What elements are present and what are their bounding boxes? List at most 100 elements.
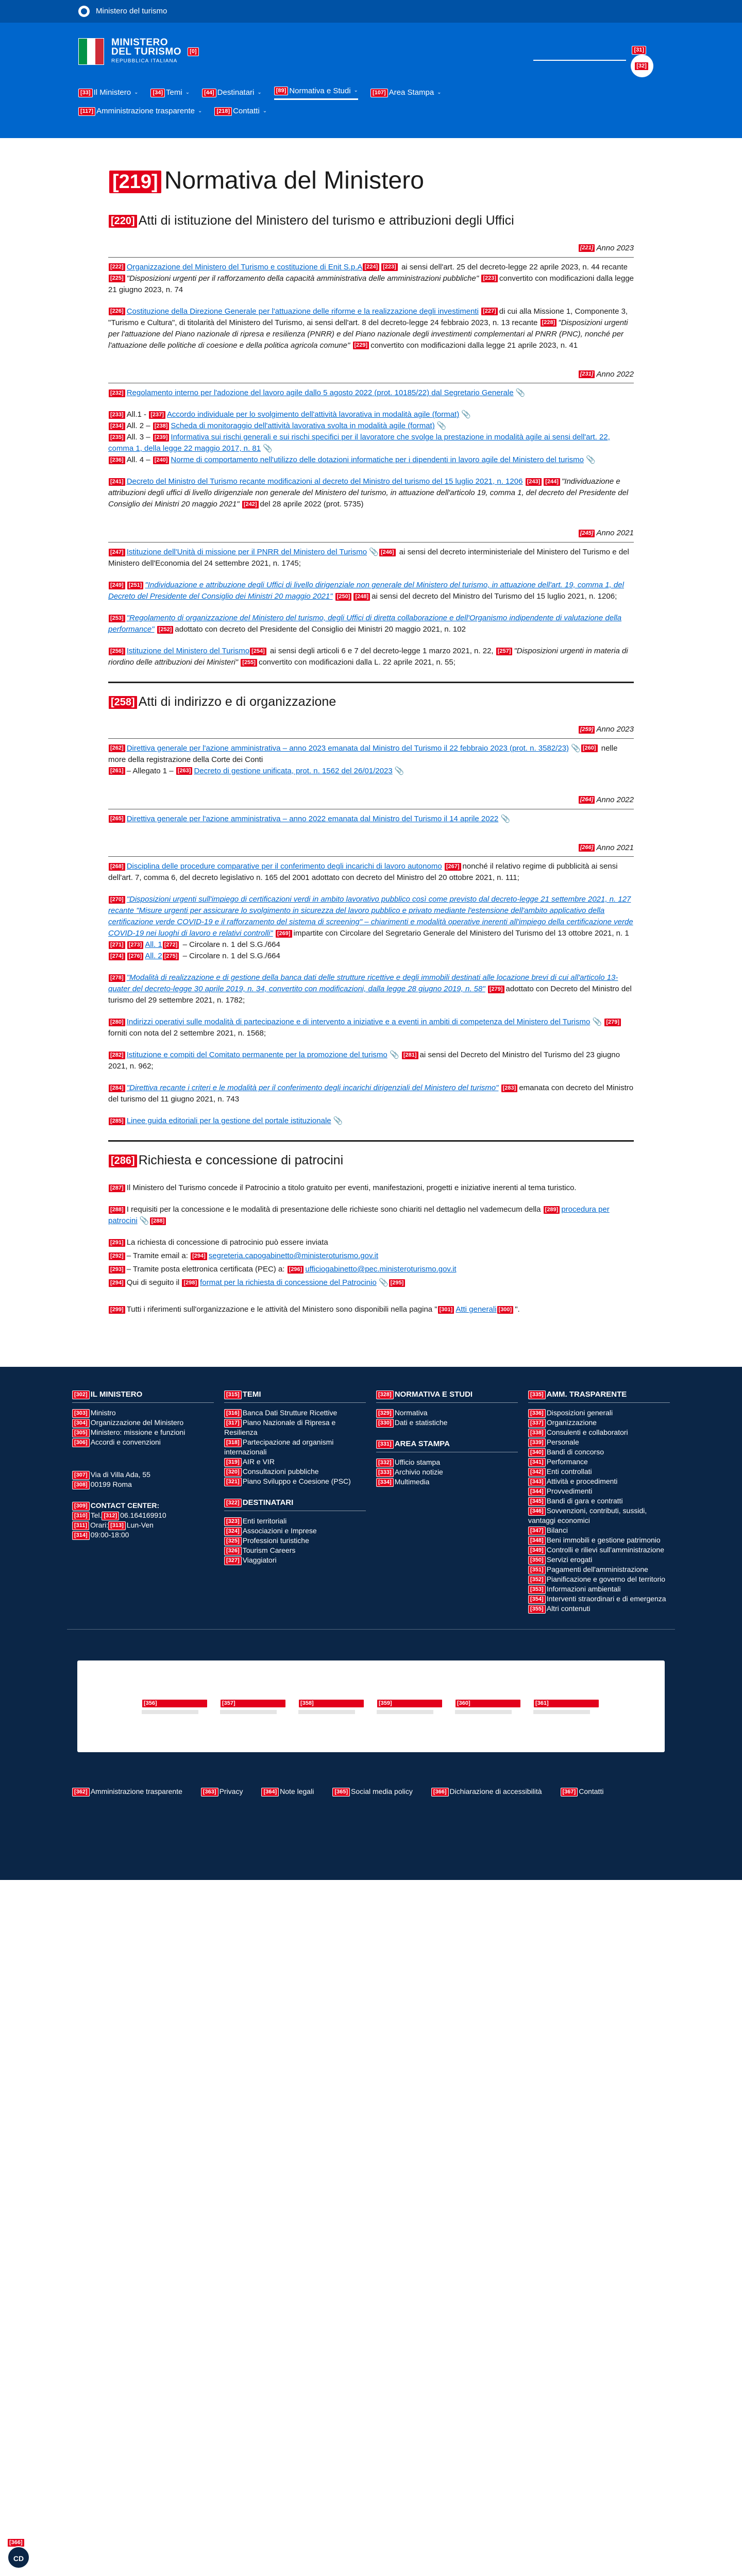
- footer-link[interactable]: [338] Consulenti e collaboratori: [528, 1428, 670, 1437]
- footer-bottom-link[interactable]: [363] Privacy: [200, 1786, 243, 1797]
- footer-link-label: Ministero: missione e funzioni: [90, 1428, 185, 1437]
- norm-link[interactable]: Organizzazione del Ministero del Turismo…: [127, 263, 363, 272]
- footer-heading-text: DESTINATARI: [242, 1498, 294, 1507]
- nav-item-area-stampa[interactable]: [107] Area Stampa ⌄: [370, 87, 442, 98]
- footer-address-line[interactable]: [308] 00199 Roma: [72, 1480, 214, 1489]
- email-link[interactable]: segreteria.capogabinetto@ministeroturism…: [209, 1251, 378, 1260]
- footer-link[interactable]: [351] Pagamenti dell'amministrazione: [528, 1565, 670, 1574]
- norm-link[interactable]: "Direttiva recante i criteri e le modali…: [127, 1083, 499, 1092]
- footer-bottom-link[interactable]: [367] Contatti: [560, 1786, 603, 1797]
- footer-link[interactable]: [317] Piano Nazionale di Ripresa e Resili…: [224, 1418, 366, 1437]
- footer-link[interactable]: [347] Bilanci: [528, 1526, 670, 1535]
- slim-site-name[interactable]: Ministero del turismo: [96, 6, 167, 17]
- norm-link[interactable]: Direttiva generale per l'azione amminist…: [127, 815, 499, 823]
- norm-link[interactable]: Istituzione del Ministero del Turismo: [127, 647, 249, 655]
- brand[interactable]: MINISTERO DEL TURISMO REPUBBLICA ITALIAN…: [78, 38, 200, 65]
- footer-link[interactable]: [303] Ministro: [72, 1408, 214, 1418]
- footer-link[interactable]: [332] Ufficio stampa: [376, 1458, 518, 1467]
- norm-link[interactable]: Disciplina delle procedure comparative p…: [127, 862, 442, 871]
- norm-link[interactable]: Regolamento interno per l'adozione del l…: [127, 388, 514, 397]
- attachment-link[interactable]: Norme di comportamento nell'utilizzo del…: [171, 455, 584, 464]
- attachment-link[interactable]: Informativa sui rischi generali e sui ri…: [108, 433, 610, 453]
- nav-item-normativa-e-studi[interactable]: [89] Normativa e Studi ⌄: [274, 86, 358, 100]
- attachment-link[interactable]: Scheda di monitoraggio dell'attività lav…: [171, 421, 434, 430]
- norm-link[interactable]: Decreto del Ministro del Turismo recante…: [127, 477, 523, 486]
- attachment-link[interactable]: All. 2: [145, 952, 162, 960]
- footer-link[interactable]: [327] Viaggiatori: [224, 1555, 366, 1565]
- footer-link[interactable]: [354] Interventi straordinari e di emerge…: [528, 1594, 670, 1604]
- badge: [342]: [528, 1467, 546, 1477]
- footer-link[interactable]: [330] Dati e statistiche: [376, 1418, 518, 1428]
- badge: [357]: [220, 1699, 286, 1708]
- footer-link[interactable]: [325] Professioni turistiche: [224, 1536, 366, 1546]
- footer-link[interactable]: [321] Piano Sviluppo e Coesione (PSC): [224, 1477, 366, 1486]
- footer-link[interactable]: [343] Attività e procedimenti: [528, 1477, 670, 1486]
- footer-bottom-link[interactable]: [364] Note legali: [261, 1786, 314, 1797]
- footer-link[interactable]: [355] Altri contenuti: [528, 1604, 670, 1614]
- footer-link[interactable]: [319] AIR e VIR: [224, 1457, 366, 1467]
- footer-link[interactable]: [306] Accordi e convenzioni: [72, 1437, 214, 1447]
- footer-link[interactable]: [326] Tourism Careers: [224, 1546, 366, 1555]
- nav-item-contatti[interactable]: [218] Contatti ⌄: [214, 106, 267, 117]
- footer-link[interactable]: [336] Disposizioni generali: [528, 1408, 670, 1418]
- atti-generali-link[interactable]: Atti generali: [456, 1305, 496, 1314]
- format-link[interactable]: format per la richiesta di concessione d…: [200, 1278, 377, 1287]
- search-button[interactable]: [32]: [631, 55, 653, 77]
- norm-link[interactable]: Costituzione della Direzione Generale pe…: [127, 307, 479, 316]
- norm-link[interactable]: Indirizzi operativi sulle modalità di pa…: [127, 1018, 591, 1026]
- accessibility-button[interactable]: CD: [7, 2546, 30, 2569]
- contact-line[interactable]: [310] Tel. [312] 06.164169910: [72, 1511, 214, 1520]
- partner-logo[interactable]: [356]: [142, 1696, 209, 1717]
- badge: [337]: [528, 1418, 546, 1428]
- norm-link[interactable]: Istituzione e compiti del Comitato perma…: [127, 1050, 387, 1059]
- partner-logo[interactable]: [358]: [298, 1696, 365, 1717]
- footer-link[interactable]: [323] Enti territoriali: [224, 1516, 366, 1526]
- partner-logo[interactable]: [360]: [455, 1696, 522, 1717]
- footer-link[interactable]: [345] Bandi di gara e contratti: [528, 1496, 670, 1506]
- footer-link[interactable]: [318] Partecipazione ad organismi interna…: [224, 1437, 366, 1457]
- footer-link[interactable]: [352] Pianificazione e governo del territ…: [528, 1574, 670, 1584]
- footer-link[interactable]: [305] Ministero: missione e funzioni: [72, 1428, 214, 1437]
- footer-link[interactable]: [348] Beni immobili e gestione patrimonio: [528, 1535, 670, 1545]
- footer-link[interactable]: [320] Consultazioni pubbliche: [224, 1467, 366, 1477]
- footer-link[interactable]: [344] Provvedimenti: [528, 1486, 670, 1496]
- badge: [318]: [224, 1438, 242, 1447]
- footer-link[interactable]: [324] Associazioni e Imprese: [224, 1526, 366, 1536]
- norm-link[interactable]: Istituzione dell'Unità di missione per i…: [127, 548, 367, 556]
- footer-address-line[interactable]: [307] Via di Villa Ada, 55: [72, 1470, 214, 1480]
- footer-link[interactable]: [304] Organizzazione del Ministero: [72, 1418, 214, 1428]
- footer-link[interactable]: [350] Servizi erogati: [528, 1555, 670, 1565]
- footer-link[interactable]: [329] Normativa: [376, 1408, 518, 1418]
- pec-link[interactable]: ufficiogabinetto@pec.ministeroturismo.go…: [305, 1265, 456, 1274]
- footer-bottom-link[interactable]: [366] Dichiarazione di accessibilità: [431, 1786, 542, 1797]
- nav-item-temi[interactable]: [34] Temi ⌄: [150, 87, 190, 98]
- footer-link[interactable]: [353] Informazioni ambientali: [528, 1584, 670, 1594]
- footer-link[interactable]: [346] Sovvenzioni, contributi, sussidi, v…: [528, 1506, 670, 1526]
- nav-item-il-ministero[interactable]: [33] Il Ministero ⌄: [78, 87, 138, 98]
- footer-link[interactable]: [349] Controlli e rilievi sull'amministra…: [528, 1545, 670, 1555]
- footer-link[interactable]: [342] Enti controllati: [528, 1467, 670, 1477]
- badge: [345]: [528, 1497, 546, 1506]
- partner-logo[interactable]: [359]: [377, 1696, 444, 1717]
- footer-link[interactable]: [334] Multimedia: [376, 1477, 518, 1487]
- footer-bottom-link[interactable]: [365] Social media policy: [332, 1786, 413, 1797]
- nav-item-destinatari[interactable]: [44] Destinatari ⌄: [202, 87, 262, 98]
- norm-link[interactable]: Decreto di gestione unificata, prot. n. …: [194, 767, 392, 775]
- partner-logo[interactable]: [357]: [220, 1696, 287, 1717]
- nav-item-amministrazione-trasparente[interactable]: [117] Amministrazione trasparente ⌄: [78, 106, 202, 117]
- contact-line[interactable]: [311] Orari: [313] Lun-Ven: [72, 1520, 214, 1530]
- partner-logo[interactable]: [361]: [533, 1696, 600, 1717]
- norm-link[interactable]: Linee guida editoriali per la gestione d…: [127, 1116, 331, 1125]
- footer-link[interactable]: [341] Performance: [528, 1457, 670, 1467]
- contact-line[interactable]: [314] 09:00-18:00: [72, 1530, 214, 1540]
- footer-link[interactable]: [316] Banca Dati Strutture Ricettive: [224, 1408, 366, 1418]
- attachment-link[interactable]: All. 1: [145, 940, 162, 949]
- footer-bottom-link[interactable]: [362] Amministrazione trasparente: [72, 1786, 182, 1797]
- norm-link[interactable]: Direttiva generale per l'azione amminist…: [127, 744, 569, 753]
- footer-link[interactable]: [333] Archivio notizie: [376, 1467, 518, 1477]
- attachment-link[interactable]: Accordo individuale per lo svolgimento d…: [167, 410, 459, 419]
- footer-link[interactable]: [337] Organizzazione: [528, 1418, 670, 1428]
- badge: [250]: [334, 592, 352, 601]
- footer-link[interactable]: [339] Personale: [528, 1437, 670, 1447]
- footer-link[interactable]: [340] Bandi di concorso: [528, 1447, 670, 1457]
